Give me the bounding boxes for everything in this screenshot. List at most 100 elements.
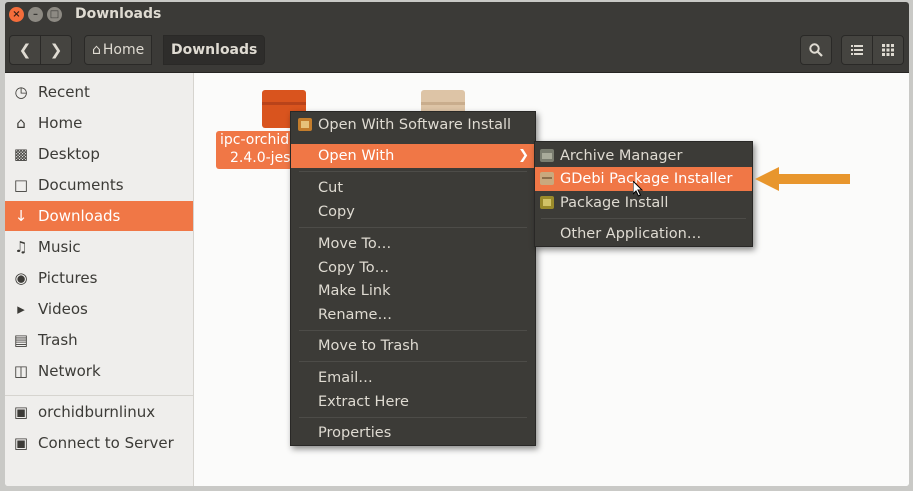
menu-item-cut[interactable]: Cut	[291, 176, 535, 200]
window-title: Downloads	[75, 6, 162, 22]
submenu-item-other-application[interactable]: Other Application…	[535, 222, 752, 246]
menu-item-open-with-software-install[interactable]: Open With Software Install	[291, 113, 535, 137]
menu-item-label: Rename…	[318, 307, 392, 323]
sidebar-item-label: Pictures	[38, 269, 98, 287]
video-icon: ▸	[17, 300, 25, 318]
menu-item-label: Move To…	[318, 236, 392, 252]
sidebar-item-label: Network	[38, 362, 101, 380]
document-icon: □	[13, 176, 29, 194]
menu-item-label: Open With Software Install	[318, 117, 512, 133]
menu-item-rename[interactable]: Rename…	[291, 303, 535, 327]
drive-icon: ▣	[13, 403, 29, 421]
sidebar-item-connect-to-server[interactable]: ▣ Connect to Server	[5, 428, 193, 458]
sidebar-item-pictures[interactable]: ◉ Pictures	[5, 263, 193, 293]
sidebar-item-orchidburnlinux[interactable]: ▣ orchidburnlinux	[5, 397, 193, 427]
clock-icon: ◷	[14, 83, 28, 101]
gdebi-icon	[540, 172, 554, 185]
search-button[interactable]	[800, 35, 832, 65]
sidebar-item-desktop[interactable]: ▩ Desktop	[5, 139, 193, 169]
menu-item-make-link[interactable]: Make Link	[291, 279, 535, 303]
home-icon: ⌂	[16, 114, 26, 132]
menu-item-email[interactable]: Email…	[291, 366, 535, 390]
menu-item-properties[interactable]: Properties	[291, 421, 535, 445]
file-name-line2: 2.4.0-jess	[230, 150, 298, 166]
menu-item-label: Copy	[318, 204, 355, 220]
sidebar-item-videos[interactable]: ▸ Videos	[5, 294, 193, 324]
sidebar-item-label: Desktop	[38, 145, 100, 163]
menu-separator	[299, 330, 527, 331]
grid-view-button[interactable]	[872, 35, 904, 65]
menu-item-move-to[interactable]: Move To…	[291, 232, 535, 256]
sidebar-item-trash[interactable]: ▤ Trash	[5, 325, 193, 355]
package-install-icon	[540, 196, 554, 209]
grid-icon	[882, 44, 894, 56]
software-install-icon	[298, 118, 312, 131]
sidebar-item-label: Home	[38, 114, 83, 132]
sidebar-item-recent[interactable]: ◷ Recent	[5, 77, 193, 107]
folder-icon: ▩	[13, 145, 29, 163]
menu-item-move-to-trash[interactable]: Move to Trash	[291, 334, 535, 358]
sidebar-item-label: Videos	[38, 300, 88, 318]
submenu-item-label: GDebi Package Installer	[560, 171, 733, 187]
menu-item-label: Properties	[318, 425, 392, 441]
menu-separator	[299, 417, 527, 418]
menu-item-label: Move to Trash	[318, 338, 419, 354]
selected-file-label[interactable]: ipc-orchid 2.4.0-jess	[216, 131, 300, 169]
breadcrumb-home[interactable]: ⌂ Home	[84, 35, 153, 65]
window-maximize-button[interactable]: □	[47, 7, 62, 22]
sidebar-divider	[5, 395, 193, 396]
menu-separator	[299, 171, 527, 172]
menu-item-label: Make Link	[318, 283, 391, 299]
menu-item-copy-to[interactable]: Copy To…	[291, 256, 535, 280]
music-icon: ♫	[14, 238, 28, 256]
chevron-right-icon: ❯	[518, 148, 529, 163]
menu-item-open-with[interactable]: Open With ❯	[291, 144, 535, 168]
sidebar-item-home[interactable]: ⌂ Home	[5, 108, 193, 138]
annotation-arrow-icon	[755, 167, 850, 191]
breadcrumb-downloads[interactable]: Downloads	[163, 35, 266, 65]
trash-icon: ▤	[13, 331, 29, 349]
breadcrumb-downloads-label: Downloads	[171, 42, 258, 58]
file-name-line1: ipc-orchid	[220, 132, 290, 148]
menu-item-extract-here[interactable]: Extract Here	[291, 390, 535, 414]
list-view-button[interactable]	[841, 35, 873, 65]
window-close-button[interactable]: ×	[9, 7, 24, 22]
list-icon	[851, 45, 863, 55]
header-toolbar: ❮ ❯ ⌂ Home Downloads	[5, 28, 909, 73]
sidebar-item-label: orchidburnlinux	[38, 403, 156, 421]
submenu-item-label: Archive Manager	[560, 148, 683, 164]
menu-item-label: Email…	[318, 370, 373, 386]
chevron-right-icon: ❯	[49, 41, 63, 59]
download-icon: ↓	[14, 207, 28, 225]
title-bar: × – □ Downloads	[5, 2, 909, 28]
server-icon: ▣	[13, 434, 29, 452]
sidebar-item-label: Trash	[38, 331, 78, 349]
sidebar-item-label: Downloads	[38, 207, 121, 225]
archive-manager-icon	[540, 149, 554, 162]
menu-separator	[299, 227, 527, 228]
chevron-left-icon: ❮	[18, 41, 32, 59]
forward-button[interactable]: ❯	[40, 35, 72, 65]
sidebar-item-label: Connect to Server	[38, 434, 174, 452]
back-button[interactable]: ❮	[9, 35, 41, 65]
sidebar-item-documents[interactable]: □ Documents	[5, 170, 193, 200]
camera-icon: ◉	[14, 269, 28, 287]
menu-item-label: Cut	[318, 180, 343, 196]
sidebar-item-label: Documents	[38, 176, 124, 194]
sidebar-item-label: Recent	[38, 83, 90, 101]
places-sidebar: ◷ Recent ⌂ Home ▩ Desktop □ Documents ↓ …	[5, 73, 194, 486]
submenu-item-label: Package Install	[560, 195, 669, 211]
menu-separator	[541, 218, 746, 219]
sidebar-item-network[interactable]: ◫ Network	[5, 356, 193, 386]
sidebar-item-downloads[interactable]: ↓ Downloads	[5, 201, 193, 231]
menu-item-label: Copy To…	[318, 260, 390, 276]
sidebar-item-music[interactable]: ♫ Music	[5, 232, 193, 262]
sidebar-item-label: Music	[38, 238, 81, 256]
menu-item-copy[interactable]: Copy	[291, 200, 535, 224]
window-minimize-button[interactable]: –	[28, 7, 43, 22]
network-icon: ◫	[13, 362, 29, 380]
mouse-cursor-icon	[633, 181, 644, 197]
submenu-item-archive-manager[interactable]: Archive Manager	[535, 144, 752, 168]
menu-separator	[299, 361, 527, 362]
context-menu: Open With Software Install Open With ❯ C…	[290, 111, 536, 446]
